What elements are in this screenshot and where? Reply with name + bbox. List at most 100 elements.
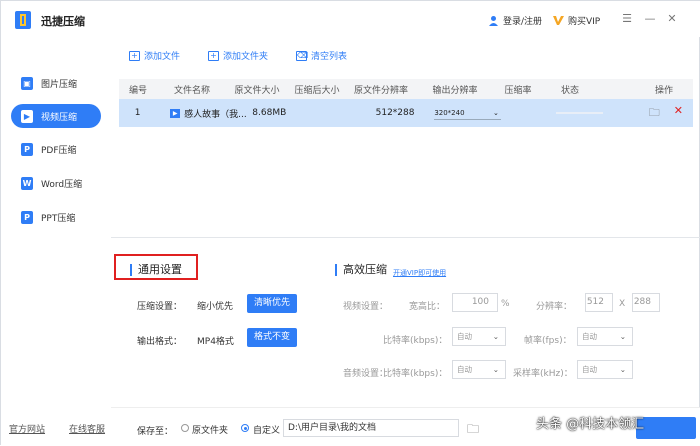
custom-folder-label[interactable]: 自定义 <box>253 423 280 436</box>
vip-icon <box>553 16 564 25</box>
app-logo-icon <box>15 11 31 29</box>
main-panel: + 添加文件 + 添加文件夹 ⌫ 清空列表 编号 文件名称 原文件大小 压缩后大… <box>111 37 700 446</box>
pdf-icon: P <box>21 142 33 156</box>
original-folder-label[interactable]: 原文件夹 <box>192 423 228 436</box>
sidebar-item-word[interactable]: W Word压缩 <box>11 171 101 195</box>
clear-list-button[interactable]: ⌫ 清空列表 <box>296 49 347 62</box>
close-window-icon[interactable]: ✕ <box>666 13 678 25</box>
login-label: 登录/注册 <box>503 17 543 27</box>
bitrate-label: 比特率(kbps)： <box>383 336 448 346</box>
add-folder-button[interactable]: + 添加文件夹 <box>208 49 268 62</box>
fps-select[interactable]: 自动 ⌄ <box>577 327 633 346</box>
fps-label: 帧率(fps)： <box>524 336 572 346</box>
sidebar-item-pdf[interactable]: P PDF压缩 <box>11 137 101 161</box>
sidebar-item-image[interactable]: ▣ 图片压缩 <box>11 71 101 95</box>
add-folder-label: 添加文件夹 <box>223 52 269 62</box>
sidebar-item-video[interactable]: ▶ 视频压缩 <box>11 104 101 128</box>
clarity-priority-button[interactable]: 清晰优先 <box>247 294 298 313</box>
chevron-down-icon: ⌄ <box>492 332 499 341</box>
sidebar-item-label: 图片压缩 <box>41 79 78 90</box>
table-row[interactable]: 1 ▶ 感人故事（我... 8.68MB 512*288 320*240 ⌄ 🗀… <box>119 99 693 127</box>
buy-vip-link[interactable]: 购买VIP <box>553 14 600 27</box>
bitrate-value: 自动 <box>457 332 472 341</box>
menu-icon[interactable]: ☰ <box>621 13 633 25</box>
word-icon: W <box>21 176 33 190</box>
save-to-label: 保存至： <box>137 427 174 437</box>
clear-list-label: 清空列表 <box>311 52 348 62</box>
chevron-down-icon: ⌄ <box>492 109 499 117</box>
login-link[interactable]: 登录/注册 <box>488 14 542 27</box>
header-comp-size: 压缩后大小 <box>294 85 340 96</box>
save-path-input[interactable]: D:\用户目录\我的文档 <box>283 419 459 437</box>
chevron-down-icon: ⌄ <box>492 365 499 374</box>
watermark: 头条 @科技本领汇 <box>536 417 645 432</box>
general-settings-title: 通用设置 <box>130 264 182 276</box>
official-site-link[interactable]: 官方网站 <box>9 422 45 435</box>
aspect-ratio-input[interactable]: 100 <box>452 293 498 312</box>
title-bar: 迅捷压缩 登录/注册 购买VIP ☰ — ✕ <box>1 1 700 37</box>
output-format-label: 输出格式： <box>137 337 183 347</box>
open-folder-icon[interactable]: 🗀 <box>649 104 660 123</box>
row-orig-size: 8.68MB <box>252 108 287 118</box>
shrink-priority-option[interactable]: 缩小优先 <box>197 299 233 312</box>
buy-vip-label: 购买VIP <box>568 17 601 27</box>
ppt-icon: P <box>21 210 33 224</box>
sample-rate-select[interactable]: 自动 ⌄ <box>577 360 633 379</box>
audio-settings-label: 音频设置： <box>343 369 389 379</box>
toolbar: + 添加文件 + 添加文件夹 ⌫ 清空列表 <box>129 49 347 62</box>
output-res-select[interactable]: 320*240 ⌄ <box>434 106 501 120</box>
header-actions: 操作 <box>654 85 673 96</box>
header-index: 编号 <box>128 85 147 96</box>
resolution-height-input[interactable]: 288 <box>632 293 660 312</box>
file-table: 编号 文件名称 原文件大小 压缩后大小 原文件分辨率 输出分辨率 压缩率 状态 … <box>119 79 693 127</box>
resolution-width-input[interactable]: 512 <box>585 293 613 312</box>
output-format-value[interactable]: MP4格式 <box>197 334 234 347</box>
sidebar: ▣ 图片压缩 ▶ 视频压缩 P PDF压缩 W Word压缩 P PPT压缩 <box>1 37 111 446</box>
add-file-button[interactable]: + 添加文件 <box>129 49 180 62</box>
sidebar-item-label: PPT压缩 <box>41 213 76 224</box>
audio-bitrate-label: 比特率(kbps)： <box>383 369 448 379</box>
sample-rate-value: 自动 <box>582 365 597 374</box>
online-service-link[interactable]: 在线客服 <box>69 422 105 435</box>
original-folder-radio[interactable] <box>181 424 189 432</box>
row-orig-res: 512*288 <box>375 108 415 118</box>
video-icon: ▶ <box>21 109 33 123</box>
user-icon <box>489 16 498 26</box>
header-status: 状态 <box>560 85 579 96</box>
resolution-x-label: X <box>619 299 626 309</box>
keep-format-button[interactable]: 格式不变 <box>247 328 298 347</box>
delete-icon[interactable]: ✕ <box>674 104 683 123</box>
resolution-label: 分辨率： <box>536 302 573 312</box>
row-status-bar <box>555 112 603 114</box>
start-compress-button[interactable] <box>636 417 696 439</box>
aspect-ratio-label: 宽高比： <box>409 302 446 312</box>
chevron-down-icon: ⌄ <box>619 365 626 374</box>
open-vip-link[interactable]: 开通VIP即可使用 <box>393 268 446 278</box>
trash-icon: ⌫ <box>296 50 309 61</box>
row-name: ▶ 感人故事（我... <box>156 107 252 120</box>
app-window: 迅捷压缩 登录/注册 购买VIP ☰ — ✕ ▣ 图片压缩 ▶ 视频压缩 P P… <box>0 0 700 446</box>
video-settings-label: 视频设置： <box>343 302 389 312</box>
sample-rate-label: 采样率(kHz)： <box>513 369 573 379</box>
header-output-res: 输出分辨率 <box>432 85 478 96</box>
custom-folder-radio[interactable] <box>241 424 249 432</box>
table-header: 编号 文件名称 原文件大小 压缩后大小 原文件分辨率 输出分辨率 压缩率 状态 … <box>119 79 693 99</box>
image-icon: ▣ <box>21 76 33 90</box>
sidebar-item-ppt[interactable]: P PPT压缩 <box>11 205 101 229</box>
output-res-value: 320*240 <box>434 109 465 117</box>
row-actions: 🗀 ✕ <box>607 104 693 123</box>
add-file-label: 添加文件 <box>144 52 181 62</box>
compress-settings-label: 压缩设置： <box>137 302 183 312</box>
sidebar-item-label: PDF压缩 <box>41 145 77 156</box>
add-file-icon: + <box>129 50 140 61</box>
fps-value: 自动 <box>582 332 597 341</box>
percent-label: % <box>501 299 510 309</box>
divider <box>111 237 700 238</box>
header-name: 文件名称 <box>173 85 210 96</box>
bitrate-select[interactable]: 自动 ⌄ <box>452 327 506 346</box>
row-index: 1 <box>134 108 141 118</box>
advanced-compress-title: 高效压缩 <box>335 264 387 276</box>
audio-bitrate-select[interactable]: 自动 ⌄ <box>452 360 506 379</box>
browse-folder-icon[interactable]: 🗀 <box>467 420 479 441</box>
minimize-icon[interactable]: — <box>644 13 656 25</box>
